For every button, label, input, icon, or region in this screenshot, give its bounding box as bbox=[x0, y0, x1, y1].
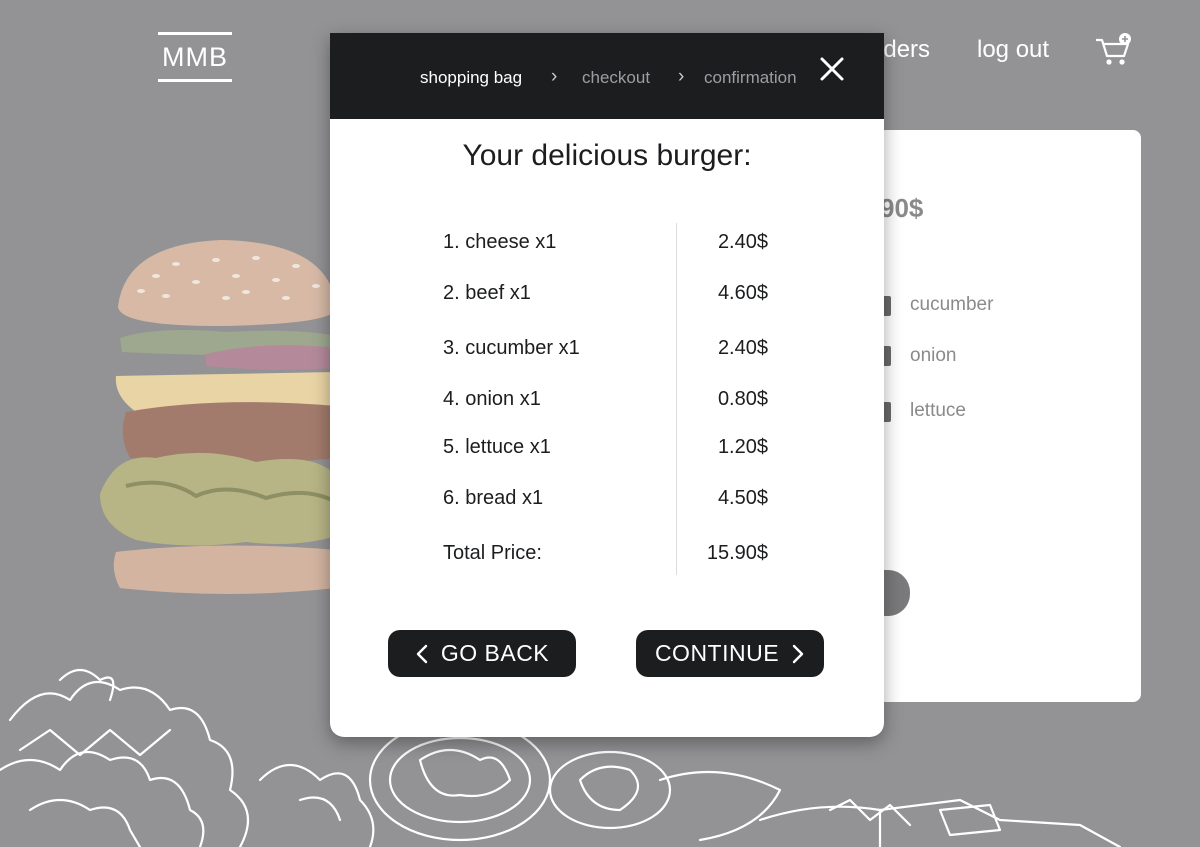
column-divider bbox=[676, 223, 677, 575]
option-label-cucumber: cucumber bbox=[910, 294, 994, 315]
order-item-price: 2.40$ bbox=[717, 337, 768, 359]
modal-header: shopping bag › checkout › confirmation bbox=[330, 33, 884, 119]
chevron-left-icon bbox=[416, 644, 428, 663]
burger-illustration bbox=[100, 240, 337, 594]
continue-button[interactable]: CONTINUE bbox=[636, 630, 824, 677]
step-checkout[interactable]: checkout bbox=[582, 68, 650, 88]
order-item-name: 6. bread x1 bbox=[443, 487, 544, 509]
step-confirmation[interactable]: confirmation bbox=[704, 68, 797, 88]
modal-title: Your delicious burger: bbox=[462, 139, 752, 172]
chevron-right-icon bbox=[792, 644, 804, 663]
site-logo[interactable]: MMB bbox=[158, 32, 232, 82]
order-item-name: 3. cucumber x1 bbox=[443, 337, 580, 359]
go-back-label: GO BACK bbox=[440, 640, 550, 666]
order-item-name: 2. beef x1 bbox=[443, 282, 531, 304]
order-item-price: 1.20$ bbox=[717, 436, 768, 458]
total-price-label: Total Price: bbox=[443, 542, 542, 564]
order-item-price: 4.50$ bbox=[717, 487, 768, 509]
order-item-price: 0.80$ bbox=[717, 388, 768, 410]
option-label-lettuce: lettuce bbox=[910, 400, 966, 421]
order-item-name: 5. lettuce x1 bbox=[443, 436, 551, 458]
continue-label: CONTINUE bbox=[654, 640, 780, 666]
step-shopping-bag[interactable]: shopping bag bbox=[420, 68, 522, 88]
go-back-button[interactable]: GO BACK bbox=[388, 630, 576, 677]
order-item-price: 2.40$ bbox=[717, 231, 768, 253]
total-price-value: 15.90$ bbox=[706, 542, 768, 564]
option-label-onion: onion bbox=[910, 345, 957, 366]
close-icon[interactable] bbox=[816, 53, 848, 85]
order-item-price: 4.60$ bbox=[717, 282, 768, 304]
order-item-name: 4. onion x1 bbox=[443, 388, 541, 410]
cart-plus-icon[interactable] bbox=[1094, 32, 1134, 68]
chevron-right-icon: › bbox=[678, 66, 685, 87]
shopping-bag-modal: shopping bag › checkout › confirmation Y… bbox=[330, 33, 884, 737]
order-item-name: 1. cheese x1 bbox=[443, 231, 557, 253]
chevron-right-icon: › bbox=[551, 66, 558, 87]
nav-logout-link[interactable]: log out bbox=[977, 36, 1049, 64]
background-price: 90$ bbox=[880, 193, 924, 223]
